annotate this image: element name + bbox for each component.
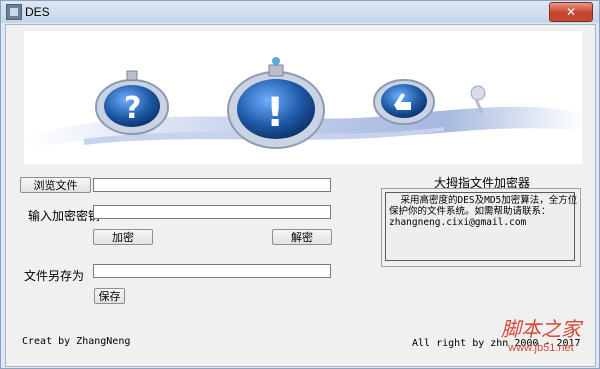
svg-text:?: ? <box>124 91 141 126</box>
save-as-label: 文件另存为 <box>24 269 85 283</box>
key-label: 输入加密密钥 <box>28 209 101 223</box>
save-as-field[interactable] <box>93 264 331 278</box>
info-line-1: 采用高密度的DES及MD5加密算法，全方位 <box>389 195 578 206</box>
close-icon: ✕ <box>565 5 577 19</box>
banner-graphic: ? ! <box>24 57 582 149</box>
key-input[interactable] <box>93 205 331 219</box>
browse-file-field[interactable] <box>93 178 331 192</box>
info-line-2: 保护你的文件系统。如需帮助请联系： <box>389 206 551 217</box>
question-icon: ? <box>95 70 169 135</box>
title-bar[interactable]: DES ✕ <box>1 1 599 23</box>
app-icon <box>6 4 22 20</box>
window-title: DES <box>25 5 50 19</box>
decrypt-button[interactable]: 解密 <box>272 229 332 245</box>
save-label: 保存 <box>98 290 121 303</box>
watermark: 脚本之家 www.jb51.net <box>501 313 581 354</box>
encrypt-label: 加密 <box>112 231 134 244</box>
watermark-title: 脚本之家 <box>501 317 581 341</box>
close-button[interactable]: ✕ <box>549 2 593 22</box>
info-line-3: zhangneng.cixi@gmail.com <box>389 217 527 228</box>
banner-image: ? ! <box>24 31 582 164</box>
watermark-url: www.jb51.net <box>508 342 574 354</box>
browse-file-button[interactable]: 浏览文件 <box>20 177 91 193</box>
exclamation-icon: ! <box>227 57 325 149</box>
info-groupbox: 采用高密度的DES及MD5加密算法，全方位 保护你的文件系统。如需帮助请联系： … <box>381 188 581 267</box>
app-window: DES ✕ ? ! 浏览文件 输入加密密钥 加密 解密 文件另存为 保存 大拇指… <box>0 0 600 369</box>
encrypt-button[interactable]: 加密 <box>93 229 153 245</box>
svg-text:!: ! <box>266 90 284 136</box>
info-textarea[interactable]: 采用高密度的DES及MD5加密算法，全方位 保护你的文件系统。如需帮助请联系： … <box>385 192 578 261</box>
decrypt-label: 解密 <box>291 231 313 244</box>
browse-file-label: 浏览文件 <box>33 179 78 192</box>
creator-text: Creat by ZhangNeng <box>22 336 131 347</box>
save-button[interactable]: 保存 <box>94 288 125 304</box>
